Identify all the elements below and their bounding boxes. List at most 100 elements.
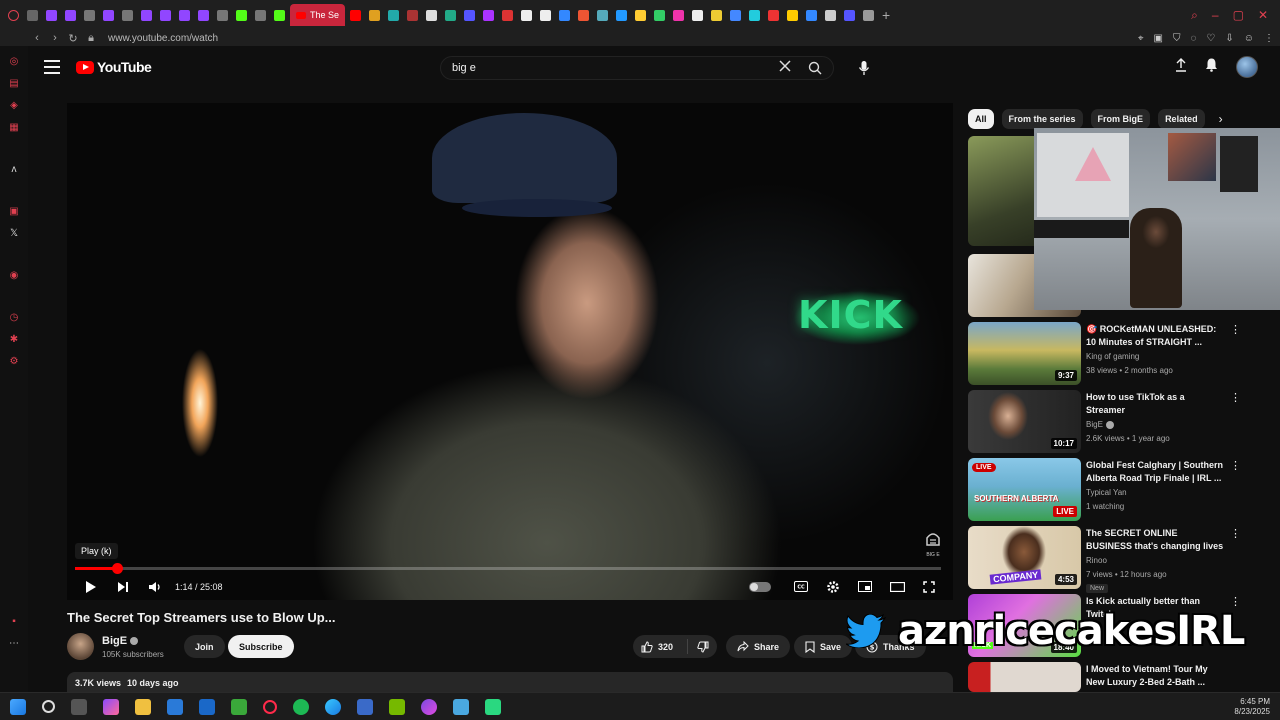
channel-avatar[interactable] <box>67 633 94 660</box>
play-button[interactable] <box>75 574 107 600</box>
new-tab-icon[interactable]: + <box>882 7 890 23</box>
tab-favicon[interactable] <box>138 4 155 26</box>
app-icon[interactable] <box>453 698 469 715</box>
chip-related[interactable]: Related <box>1158 109 1205 129</box>
tab-favicon[interactable] <box>613 4 630 26</box>
chip-all[interactable]: All <box>968 109 994 129</box>
task-view-icon[interactable] <box>71 698 87 715</box>
tab-active[interactable]: The Se <box>290 4 346 26</box>
fullscreen-button[interactable] <box>913 574 945 600</box>
video-thumbnail[interactable]: LIVE SOUTHERN ALBERTA LIVE <box>968 458 1081 521</box>
tab-favicon[interactable] <box>423 4 440 26</box>
copilot-icon[interactable] <box>103 698 119 715</box>
sidebar-extensions-icon[interactable]: ✱ <box>8 334 20 346</box>
list-item[interactable]: LIVE SOUTHERN ALBERTA LIVE Global Fest C… <box>968 458 1248 526</box>
volume-button[interactable] <box>139 574 171 600</box>
tab-favicon[interactable] <box>461 4 478 26</box>
tab-favicon[interactable] <box>480 4 497 26</box>
notifications-button[interactable] <box>1205 57 1218 77</box>
account-avatar[interactable] <box>1236 56 1258 78</box>
tab-favicon[interactable] <box>518 4 535 26</box>
sidebar-history-icon[interactable]: ◷ <box>8 312 20 324</box>
recommendation-channel[interactable]: Typical Yan <box>1086 488 1127 497</box>
tab-favicon[interactable] <box>62 4 79 26</box>
back-icon[interactable]: ‹ <box>28 32 46 44</box>
description-box[interactable]: 3.7K views 10 days ago <box>67 672 953 694</box>
url-field[interactable]: www.youtube.com/watch <box>108 33 218 44</box>
dislike-button[interactable] <box>688 641 717 653</box>
pin-icon[interactable]: ⌖ <box>1138 33 1144 44</box>
video-thumbnail[interactable]: COMPANY 4:53 <box>968 526 1081 589</box>
edge-icon[interactable] <box>325 698 341 715</box>
spotify-icon[interactable] <box>293 698 309 715</box>
theater-mode-button[interactable] <box>881 574 913 600</box>
store-icon[interactable] <box>167 698 183 715</box>
tab-favicon[interactable] <box>841 4 858 26</box>
tab-favicon[interactable] <box>119 4 136 26</box>
xbox-icon[interactable] <box>231 698 247 715</box>
tab-favicon[interactable] <box>24 4 41 26</box>
tab-favicon[interactable] <box>632 4 649 26</box>
download-icon[interactable]: ⇩ <box>1225 33 1233 44</box>
sidebar-aria-icon[interactable]: ᴧ <box>8 164 20 176</box>
tab-favicon[interactable] <box>404 4 421 26</box>
sidebar-bag-icon[interactable]: ▤ <box>8 78 20 90</box>
chip-from-the-series[interactable]: From the series <box>1001 109 1083 129</box>
search-tabs-icon[interactable]: ⌕ <box>1191 8 1198 23</box>
recommendation-title[interactable]: I Moved to Vietnam! Tour My New Luxury 2… <box>1086 663 1226 689</box>
minimize-icon[interactable]: – <box>1212 8 1219 22</box>
snapshot-icon[interactable]: ▣ <box>1154 33 1163 44</box>
tab-favicon[interactable] <box>176 4 193 26</box>
video-thumbnail[interactable] <box>968 662 1081 692</box>
search-icon[interactable] <box>42 700 55 713</box>
shield-icon[interactable]: ⛉ <box>1173 33 1181 44</box>
like-button[interactable]: 320 <box>633 639 688 654</box>
autoplay-toggle[interactable] <box>749 581 771 592</box>
messenger-icon[interactable] <box>421 698 437 715</box>
more-options-icon[interactable]: ⋮ <box>1230 528 1241 540</box>
system-clock[interactable]: 6:45 PM 8/23/2025 <box>1234 697 1270 717</box>
opera-icon[interactable] <box>263 699 277 714</box>
file-explorer-icon[interactable] <box>135 698 151 715</box>
upload-button[interactable] <box>1175 57 1187 77</box>
channel-watermark[interactable]: BIG E <box>923 531 943 558</box>
tab-favicon[interactable] <box>81 4 98 26</box>
search-button[interactable] <box>797 57 833 79</box>
more-options-icon[interactable]: ⋮ <box>1230 596 1241 608</box>
tab-favicon[interactable] <box>651 4 668 26</box>
tab-favicon[interactable] <box>195 4 212 26</box>
tab-favicon[interactable] <box>708 4 725 26</box>
tab-favicon[interactable] <box>746 4 763 26</box>
youtube-logo[interactable]: YouTube <box>76 59 152 75</box>
sidebar-player-icon[interactable]: ◉ <box>8 270 20 282</box>
sidebar-gx-icon[interactable]: ▪ <box>8 616 20 628</box>
tab-favicon[interactable] <box>442 4 459 26</box>
sidebar-messenger-icon[interactable]: ◈ <box>8 100 20 112</box>
app-icon[interactable] <box>485 698 501 715</box>
recommendation-title[interactable]: The SECRET ONLINE BUSINESS that's changi… <box>1086 527 1226 554</box>
tab-favicon[interactable] <box>157 4 174 26</box>
sidebar-settings-icon[interactable]: ⚙ <box>8 356 20 368</box>
forward-icon[interactable]: › <box>46 32 64 44</box>
guide-menu-icon[interactable] <box>44 60 60 74</box>
tab-favicon[interactable] <box>727 4 744 26</box>
tab-favicon[interactable] <box>822 4 839 26</box>
tab-favicon[interactable] <box>803 4 820 26</box>
tab-favicon[interactable] <box>765 4 782 26</box>
tab-favicon[interactable] <box>670 4 687 26</box>
chip-from-bige[interactable]: From BigE <box>1090 109 1151 129</box>
tab-favicon[interactable] <box>43 4 60 26</box>
tab-favicon[interactable] <box>214 4 231 26</box>
profile-icon[interactable]: ☺ <box>1244 33 1254 44</box>
subscribe-button[interactable]: Subscribe <box>228 635 294 658</box>
tab-favicon[interactable] <box>347 4 364 26</box>
tab-favicon[interactable] <box>100 4 117 26</box>
save-button[interactable]: Save <box>794 635 853 658</box>
miniplayer-button[interactable] <box>849 574 881 600</box>
outlook-icon[interactable] <box>199 698 215 715</box>
video-thumbnail[interactable]: 9:37 <box>968 322 1081 385</box>
list-item[interactable]: 10:17 How to use TikTok as a Streamer Bi… <box>968 390 1248 458</box>
sidebar-news-icon[interactable]: ▦ <box>8 122 20 134</box>
join-button[interactable]: Join <box>184 635 225 658</box>
search-input[interactable] <box>441 62 773 74</box>
